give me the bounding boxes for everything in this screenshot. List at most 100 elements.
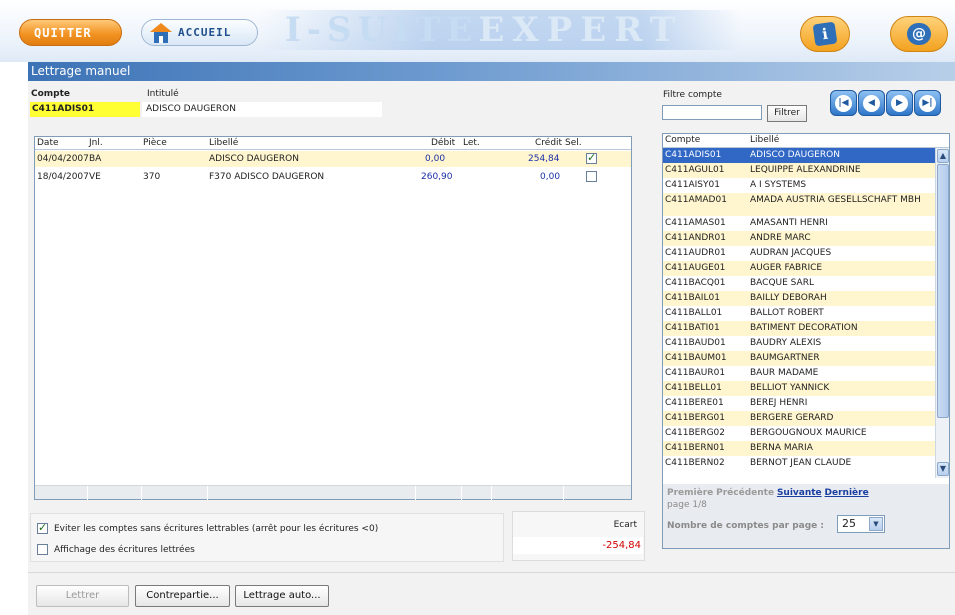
app-root: I-SUITEEXPERT QUITTER ACCUEIL i @ Lettra… [0, 0, 955, 615]
list-item[interactable]: C411BAUR01 BAUR MADAME [663, 366, 935, 381]
account-name-cell: BERGERE GERARD [750, 413, 834, 423]
list-item[interactable]: C411BAUD01 BAUDRY ALEXIS [663, 336, 935, 351]
list-item[interactable]: C411BERG02 BERGOUGNOUX MAURICE [663, 426, 935, 441]
col-lettre[interactable]: Let. [463, 138, 480, 148]
col-credit[interactable]: Crédit [535, 138, 562, 148]
col-debit[interactable]: Débit [431, 138, 455, 148]
account-name-cell: AMASANTI HENRI [750, 218, 828, 228]
col-date[interactable]: Date [37, 138, 59, 148]
account-code-cell: C411ANDR01 [665, 233, 726, 243]
scroll-down-icon[interactable]: ▼ [937, 462, 949, 476]
account-code-cell: C411BERE01 [665, 398, 724, 408]
accounts-list-rows: C411ADIS01 ADISCO DAUGERON C411AGUL01 LEQUI… [663, 148, 935, 478]
quit-button[interactable]: QUITTER [19, 19, 122, 46]
col-select[interactable]: Sel. [565, 138, 582, 148]
cell-debit: 0,00 [425, 154, 446, 164]
next-record-button[interactable]: ▶ [886, 90, 913, 116]
list-item[interactable]: C411BERG01 BERGERE GERARD [663, 411, 935, 426]
list-item[interactable]: C411AMAD01 AMADA AUSTRIA GESELLSCHAFT MBH [663, 193, 935, 216]
filter-input[interactable] [662, 105, 762, 120]
account-name-cell: BAUDRY ALEXIS [750, 338, 822, 348]
cell-journal: BA [89, 154, 102, 164]
account-name-cell: BEREJ HENRI [750, 398, 808, 408]
filter-button[interactable]: Filtrer [767, 105, 807, 122]
list-item[interactable]: C411AMAS01 AMASANTI HENRI [663, 216, 935, 231]
list-item[interactable]: C411BAIL01 BAILLY DEBORAH [663, 291, 935, 306]
cell-date: 18/04/2007 [37, 172, 89, 182]
home-button[interactable]: ACCUEIL [141, 19, 258, 46]
account-code-cell: C411AMAD01 [665, 195, 727, 205]
per-page-value: 25 [842, 517, 856, 530]
list-item[interactable]: C411AUDR01 AUDRAN JACQUES [663, 246, 935, 261]
account-code-cell: C411BELL01 [665, 383, 722, 393]
account-code-cell: C411BALL01 [665, 308, 723, 318]
list-item[interactable]: C411ANDR01 ANDRE MARC [663, 231, 935, 246]
show-lettered-checkbox[interactable] [37, 544, 48, 555]
first-record-button[interactable]: |◀ [830, 90, 857, 116]
info-button[interactable]: i [800, 16, 850, 52]
account-code-field[interactable]: C411ADIS01 [30, 102, 140, 117]
avoid-empty-checkbox[interactable] [37, 521, 48, 534]
row-select-checkbox[interactable] [586, 171, 597, 182]
lettrer-button[interactable]: Lettrer [36, 585, 129, 607]
list-item[interactable]: C411ADIS01 ADISCO DAUGERON [663, 148, 935, 163]
account-code-label: Compte [31, 89, 71, 99]
list-item[interactable]: C411BACQ01 BACQUE SARL [663, 276, 935, 291]
scroll-thumb[interactable] [937, 164, 949, 418]
account-name-cell: BALLOT ROBERT [750, 308, 824, 318]
col-account-code[interactable]: Compte [665, 135, 700, 145]
list-item[interactable]: C411BELL01 BELLIOT YANNICK [663, 381, 935, 396]
account-name-cell: ADISCO DAUGERON [750, 150, 840, 160]
last-icon: ▶| [919, 94, 936, 112]
avoid-empty-label: Eviter les comptes sans écritures lettra… [54, 524, 379, 534]
account-name-cell: LEQUIPPE ALEXANDRINE [750, 165, 861, 175]
list-item[interactable]: C411BERN01 BERNA MARIA [663, 441, 935, 456]
list-item[interactable]: C411BAUM01 BAUMGARTNER [663, 351, 935, 366]
entries-table: Date Jnl. Pièce Libellé Débit Let. Crédi… [34, 136, 632, 500]
entries-table-footer [35, 485, 631, 500]
cell-journal: VE [89, 172, 101, 182]
cell-date: 04/04/2007 [37, 154, 89, 164]
last-record-button[interactable]: ▶| [914, 90, 941, 116]
table-row[interactable]: 18/04/2007 VE 370 F370 ADISCO DAUGERON 2… [35, 169, 631, 185]
list-item[interactable]: C411BERE01 BEREJ HENRI [663, 396, 935, 411]
previous-icon: ◀ [863, 94, 880, 112]
account-name-cell: BERGOUGNOUX MAURICE [750, 428, 867, 438]
cell-piece: 370 [143, 172, 161, 182]
col-piece[interactable]: Pièce [143, 138, 167, 148]
pager-next[interactable]: Suivante [777, 488, 822, 498]
list-item[interactable]: C411AISY01 A I SYSTEMS [663, 178, 935, 193]
col-account-name[interactable]: Libellé [750, 135, 779, 145]
accounts-pager: Première Précédente Suivante Dernière pa… [663, 484, 949, 548]
scroll-up-icon[interactable]: ▲ [937, 149, 949, 163]
cell-libelle: ADISCO DAUGERON [209, 154, 299, 164]
table-row[interactable]: 04/04/2007 BA ADISCO DAUGERON 0,00 254,8… [35, 151, 631, 167]
accounts-list-header: Compte Libellé [663, 134, 949, 148]
account-code-cell: C411AMAS01 [665, 218, 726, 228]
list-item[interactable]: C411AUGE01 AUGER FABRICE [663, 261, 935, 276]
list-item[interactable]: C411BERN02 BERNOT JEAN CLAUDE [663, 456, 935, 471]
ecart-value: -254,84 [513, 537, 643, 554]
list-item[interactable]: C411AGUL01 LEQUIPPE ALEXANDRINE [663, 163, 935, 178]
lettrage-auto-button[interactable]: Lettrage auto... [235, 585, 329, 607]
mail-button[interactable]: @ [890, 16, 948, 52]
row-select-checkbox[interactable] [586, 151, 597, 164]
accounts-scrollbar[interactable]: ▲ ▼ [935, 148, 949, 478]
previous-record-button[interactable]: ◀ [858, 90, 885, 116]
col-journal[interactable]: Jnl. [89, 138, 103, 148]
ecart-panel: Ecart -254,84 [512, 511, 645, 561]
account-code-cell: C411BACQ01 [665, 278, 726, 288]
list-item[interactable]: C411BALL01 BALLOT ROBERT [663, 306, 935, 321]
pager-first: Première [667, 488, 714, 498]
quit-button-label: QUITTER [34, 25, 92, 40]
account-name-cell: ANDRE MARC [750, 233, 811, 243]
cell-libelle: F370 ADISCO DAUGERON [209, 172, 325, 182]
pager-last[interactable]: Dernière [825, 488, 869, 498]
account-name-cell: BAUMGARTNER [750, 353, 820, 363]
col-libelle[interactable]: Libellé [209, 138, 238, 148]
account-code-cell: C411BATI01 [665, 323, 720, 333]
contrepartie-button[interactable]: Contrepartie... [135, 585, 230, 607]
per-page-select[interactable]: 25 ▼ [837, 515, 885, 533]
chevron-down-icon[interactable]: ▼ [869, 517, 883, 531]
list-item[interactable]: C411BATI01 BATIMENT DECORATION [663, 321, 935, 336]
